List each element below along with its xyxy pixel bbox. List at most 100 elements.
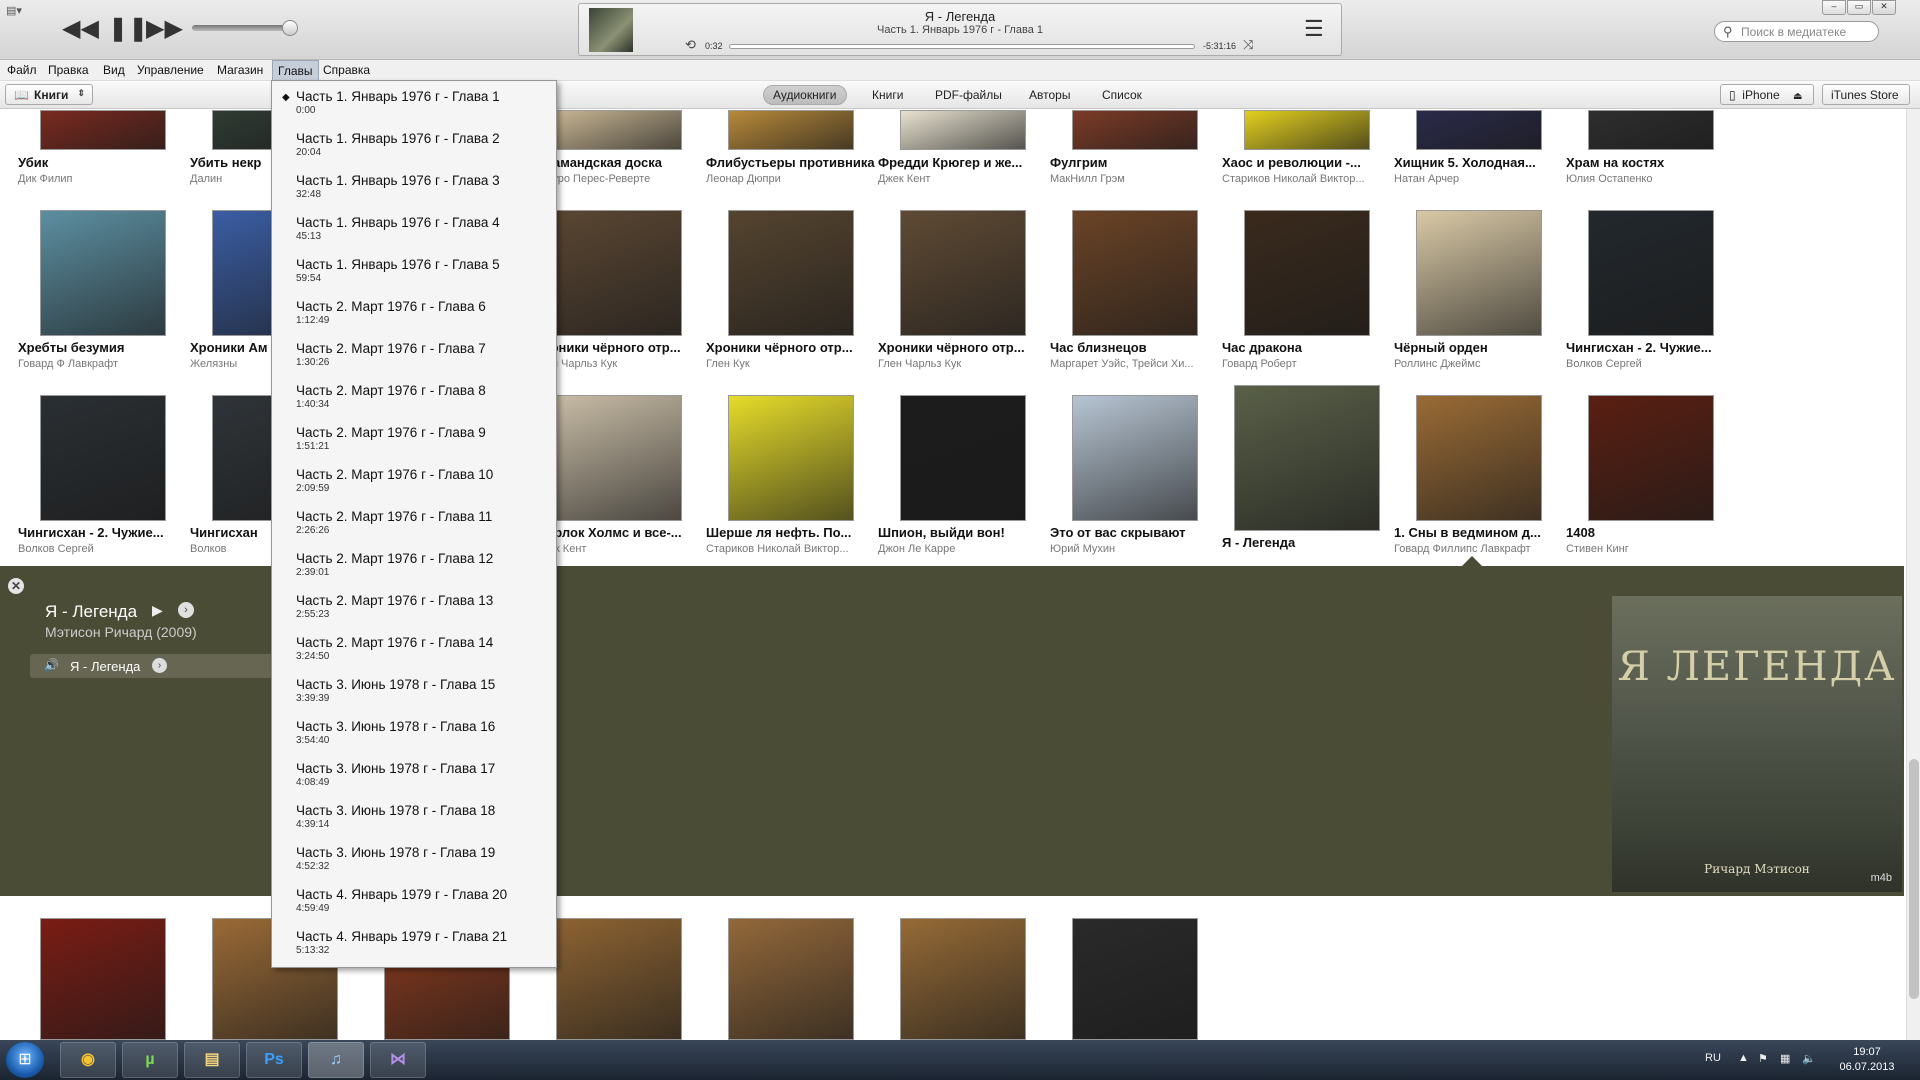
book-cover[interactable]	[728, 918, 854, 1040]
scrollbar-thumb[interactable]	[1909, 759, 1919, 999]
book-title[interactable]: Хроники чёрного отр...	[534, 340, 704, 355]
previous-button[interactable]: ◀◀	[62, 12, 99, 46]
play-icon[interactable]: ▶	[152, 602, 163, 619]
chapter-item[interactable]: Часть 2. Март 1976 г - Глава 10 2:09:59	[296, 467, 551, 494]
book-cover[interactable]	[1416, 210, 1542, 336]
chapter-item[interactable]: Часть 2. Март 1976 г - Глава 8 1:40:34	[296, 383, 551, 410]
tab-pdf[interactable]: PDF-файлы	[935, 88, 1002, 102]
chapter-item[interactable]: Часть 1. Январь 1976 г - Глава 2 20:04	[296, 131, 551, 158]
book-cover[interactable]	[556, 210, 682, 336]
menu-chapters[interactable]: Главы	[272, 60, 319, 81]
chrome-icon[interactable]: ◉	[60, 1042, 116, 1078]
menu-help[interactable]: Справка	[323, 63, 370, 77]
progress-bar[interactable]	[729, 44, 1195, 49]
detail-track-row[interactable]: 🔊 Я - Легенда ›	[30, 654, 280, 678]
book-title[interactable]: Фредди Крюгер и же...	[878, 155, 1048, 170]
chapter-item[interactable]: Часть 2. Март 1976 г - Глава 7 1:30:26	[296, 341, 551, 368]
book-cover[interactable]	[1588, 395, 1714, 521]
menu-store[interactable]: Магазин	[217, 63, 263, 77]
book-title[interactable]: Чингисхан - 2. Чужие...	[1566, 340, 1736, 355]
language-indicator[interactable]: RU	[1705, 1052, 1721, 1064]
volume-slider[interactable]	[192, 20, 298, 36]
book-cover[interactable]	[1072, 395, 1198, 521]
book-title[interactable]: Я - Легенда	[1222, 535, 1392, 550]
book-cover[interactable]	[1588, 110, 1714, 150]
book-title[interactable]: Шерлок Холмс и все-...	[534, 525, 704, 540]
book-title[interactable]: Храм на костях	[1566, 155, 1736, 170]
chapter-item[interactable]: Часть 4. Январь 1979 г - Глава 21 5:13:32	[296, 929, 551, 956]
shuffle-icon[interactable]: ⤨	[1243, 37, 1253, 53]
book-title[interactable]: Хроники чёрного отр...	[706, 340, 876, 355]
book-cover[interactable]	[1072, 110, 1198, 150]
start-button[interactable]: ⊞	[6, 1042, 44, 1078]
itunes-icon[interactable]: ♫	[308, 1042, 364, 1078]
next-button[interactable]: ▶▶	[146, 12, 183, 46]
chapter-item[interactable]: Часть 1. Январь 1976 г - Глава 5 59:54	[296, 257, 551, 284]
book-title[interactable]: Это от вас скрывают	[1050, 525, 1220, 540]
book-title[interactable]: 1. Сны в ведмином д...	[1394, 525, 1564, 540]
chapter-item[interactable]: ◆ Часть 1. Январь 1976 г - Глава 1 0:00	[282, 89, 551, 116]
book-cover[interactable]	[728, 210, 854, 336]
book-cover[interactable]	[556, 918, 682, 1040]
tab-authors[interactable]: Авторы	[1029, 88, 1070, 102]
book-cover[interactable]	[900, 110, 1026, 150]
search-input[interactable]: ⚲ Поиск в медиатеке	[1714, 21, 1879, 42]
book-title[interactable]: Шпион, выйди вон!	[878, 525, 1048, 540]
network-icon[interactable]: ▦	[1780, 1052, 1790, 1065]
book-title[interactable]: Хаос и революции -...	[1222, 155, 1392, 170]
book-cover[interactable]	[40, 110, 166, 150]
book-cover[interactable]	[40, 918, 166, 1040]
book-cover[interactable]	[40, 395, 166, 521]
up-next-list-icon[interactable]: ☰	[1304, 16, 1324, 42]
device-button[interactable]: ▯ iPhone ⏏	[1720, 84, 1814, 105]
book-cover[interactable]	[1588, 210, 1714, 336]
tab-list[interactable]: Список	[1102, 88, 1142, 102]
repeat-icon[interactable]: ⟲	[685, 37, 696, 53]
volume-icon[interactable]: 🔈	[1802, 1052, 1816, 1065]
book-cover[interactable]	[1244, 210, 1370, 336]
book-cover[interactable]	[900, 918, 1026, 1040]
chapter-item[interactable]: Часть 3. Июнь 1978 г - Глава 16 3:54:40	[296, 719, 551, 746]
system-menu-icon[interactable]: ▤▾	[6, 4, 22, 17]
book-title[interactable]: Шерше ля нефть. По...	[706, 525, 876, 540]
menu-view[interactable]: Вид	[103, 63, 125, 77]
chapter-item[interactable]: Часть 1. Январь 1976 г - Глава 3 32:48	[296, 173, 551, 200]
chapter-item[interactable]: Часть 3. Июнь 1978 г - Глава 18 4:39:14	[296, 803, 551, 830]
chapter-item[interactable]: Часть 3. Июнь 1978 г - Глава 17 4:08:49	[296, 761, 551, 788]
clock[interactable]: 19:07 06.07.2013	[1822, 1045, 1912, 1075]
chapter-item[interactable]: Часть 2. Март 1976 г - Глава 13 2:55:23	[296, 593, 551, 620]
utorrent-icon[interactable]: µ	[122, 1042, 178, 1078]
chapter-item[interactable]: Часть 2. Март 1976 г - Глава 11 2:26:26	[296, 509, 551, 536]
book-title[interactable]: Фулгрим	[1050, 155, 1220, 170]
book-cover[interactable]	[900, 210, 1026, 336]
chapter-item[interactable]: Часть 2. Март 1976 г - Глава 6 1:12:49	[296, 299, 551, 326]
book-title[interactable]: Чингисхан - 2. Чужие...	[18, 525, 188, 540]
book-cover[interactable]	[900, 395, 1026, 521]
book-title[interactable]: Хроники чёрного отр...	[878, 340, 1048, 355]
menu-controls[interactable]: Управление	[137, 63, 204, 77]
close-detail-icon[interactable]: ✕	[8, 578, 24, 594]
pause-button[interactable]: ❚❚	[108, 12, 148, 46]
book-cover[interactable]	[728, 110, 854, 150]
chapter-item[interactable]: Часть 2. Март 1976 г - Глава 12 2:39:01	[296, 551, 551, 578]
book-cover[interactable]	[556, 110, 682, 150]
tab-books[interactable]: Книги	[872, 88, 903, 102]
eject-icon[interactable]: ⏏	[1793, 91, 1802, 102]
chapter-item[interactable]: Часть 3. Июнь 1978 г - Глава 19 4:52:32	[296, 845, 551, 872]
photoshop-icon[interactable]: Ps	[246, 1042, 302, 1078]
visual-studio-icon[interactable]: ⋈	[370, 1042, 426, 1078]
book-cover[interactable]	[1416, 395, 1542, 521]
chapter-item[interactable]: Часть 3. Июнь 1978 г - Глава 15 3:39:39	[296, 677, 551, 704]
book-cover[interactable]	[1072, 210, 1198, 336]
chapter-item[interactable]: Часть 1. Январь 1976 г - Глава 4 45:13	[296, 215, 551, 242]
book-title[interactable]: Флибустьеры противника	[706, 155, 876, 170]
book-title[interactable]: Убик	[18, 155, 188, 170]
book-title[interactable]: Час близнецов	[1050, 340, 1220, 355]
book-title[interactable]: Хищник 5. Холодная...	[1394, 155, 1564, 170]
menu-file[interactable]: Файл	[7, 63, 37, 77]
book-title[interactable]: Чёрный орден	[1394, 340, 1564, 355]
book-cover[interactable]	[1244, 110, 1370, 150]
book-title[interactable]: 1408	[1566, 525, 1736, 540]
close-button[interactable]: ✕	[1872, 0, 1896, 15]
menu-edit[interactable]: Правка	[48, 63, 89, 77]
